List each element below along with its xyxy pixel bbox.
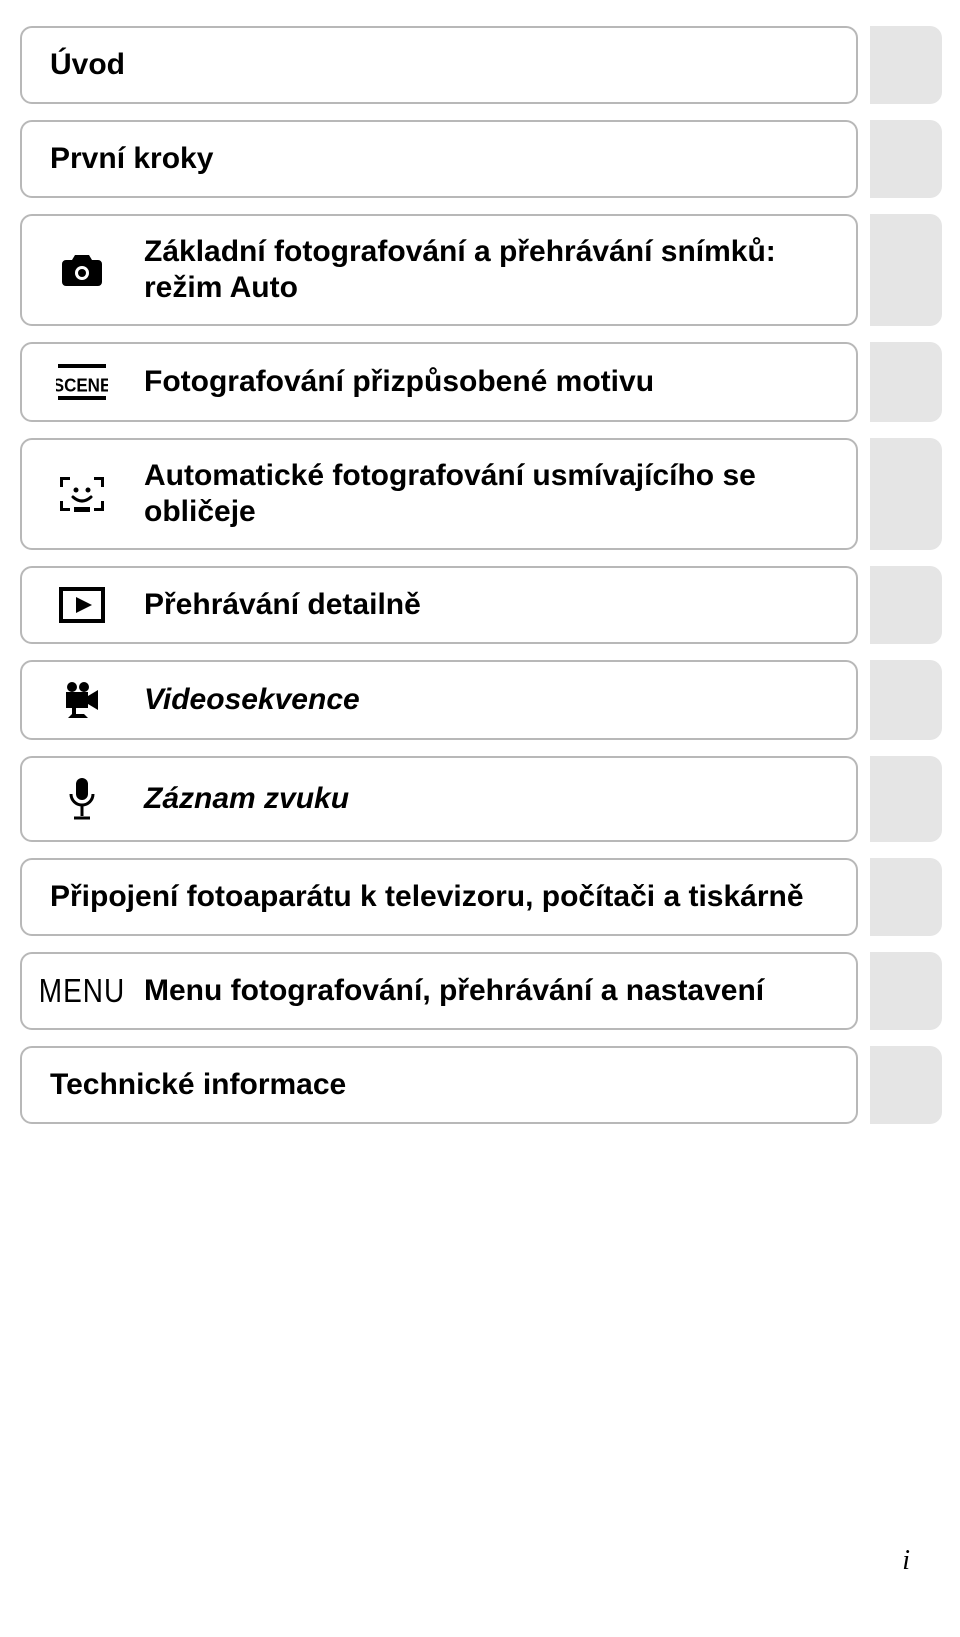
- toc-row: První kroky: [20, 120, 940, 198]
- toc-item-label: Záznam zvuku: [144, 781, 349, 817]
- side-tab[interactable]: [870, 566, 942, 644]
- toc-item-label: První kroky: [50, 141, 213, 177]
- toc-item[interactable]: Automatické fotografování usmívajícího s…: [20, 438, 858, 550]
- movie-camera-icon: [50, 680, 114, 720]
- toc-item-label: Technické informace: [50, 1067, 346, 1103]
- microphone-icon: [50, 776, 114, 822]
- svg-text:SCENE: SCENE: [56, 375, 108, 396]
- toc-row: Technické informace: [20, 1046, 940, 1124]
- toc-item[interactable]: Základní fotografování a přehrávání sním…: [20, 214, 858, 326]
- toc-item-label: Fotografování přizpůsobené motivu: [144, 364, 654, 400]
- side-tab[interactable]: [870, 214, 942, 326]
- toc-item-label: Připojení fotoaparátu k televizoru, počí…: [50, 879, 804, 915]
- toc-row: Videosekvence: [20, 660, 940, 740]
- side-tab[interactable]: [870, 26, 942, 104]
- toc-row: Úvod: [20, 26, 940, 104]
- scene-icon: SCENE: [50, 362, 114, 402]
- toc-item[interactable]: Přehrávání detailně: [20, 566, 858, 644]
- toc-row: Základní fotografování a přehrávání sním…: [20, 214, 940, 326]
- side-tab[interactable]: [870, 438, 942, 550]
- toc-item-label: Přehrávání detailně: [144, 587, 421, 623]
- toc-item-label: Úvod: [50, 47, 125, 83]
- side-tab[interactable]: [870, 1046, 942, 1124]
- camera-icon: [50, 252, 114, 288]
- toc-row: Přehrávání detailně: [20, 566, 940, 644]
- smile-icon: [50, 473, 114, 515]
- toc-item[interactable]: Záznam zvuku: [20, 756, 858, 842]
- toc-row: Záznam zvuku: [20, 756, 940, 842]
- toc-item[interactable]: MENU Menu fotografování, přehrávání a nas…: [20, 952, 858, 1030]
- menu-text-icon-label: MENU: [39, 972, 125, 1010]
- toc-row: SCENE Fotografování přizpůsobené motivu: [20, 342, 940, 422]
- side-tab[interactable]: [870, 120, 942, 198]
- toc-row: Připojení fotoaparátu k televizoru, počí…: [20, 858, 940, 936]
- side-tab[interactable]: [870, 660, 942, 740]
- toc-item-label: Videosekvence: [144, 682, 360, 718]
- toc-item-label: Základní fotografování a přehrávání sním…: [144, 234, 828, 306]
- side-tab[interactable]: [870, 858, 942, 936]
- toc-item[interactable]: Úvod: [20, 26, 858, 104]
- toc-item[interactable]: Videosekvence: [20, 660, 858, 740]
- toc-row: MENU Menu fotografování, přehrávání a nas…: [20, 952, 940, 1030]
- toc-item[interactable]: Technické informace: [20, 1046, 858, 1124]
- page-number: i: [902, 1545, 910, 1577]
- toc-item[interactable]: První kroky: [20, 120, 858, 198]
- play-icon: [50, 586, 114, 624]
- menu-text-icon: MENU: [50, 975, 114, 1007]
- toc-item-label: Menu fotografování, přehrávání a nastave…: [144, 973, 764, 1009]
- side-tab[interactable]: [870, 952, 942, 1030]
- toc-item[interactable]: SCENE Fotografování přizpůsobené motivu: [20, 342, 858, 422]
- toc-row: Automatické fotografování usmívajícího s…: [20, 438, 940, 550]
- toc-item-label: Automatické fotografování usmívajícího s…: [144, 458, 828, 530]
- side-tab[interactable]: [870, 342, 942, 422]
- toc-item[interactable]: Připojení fotoaparátu k televizoru, počí…: [20, 858, 858, 936]
- side-tab[interactable]: [870, 756, 942, 842]
